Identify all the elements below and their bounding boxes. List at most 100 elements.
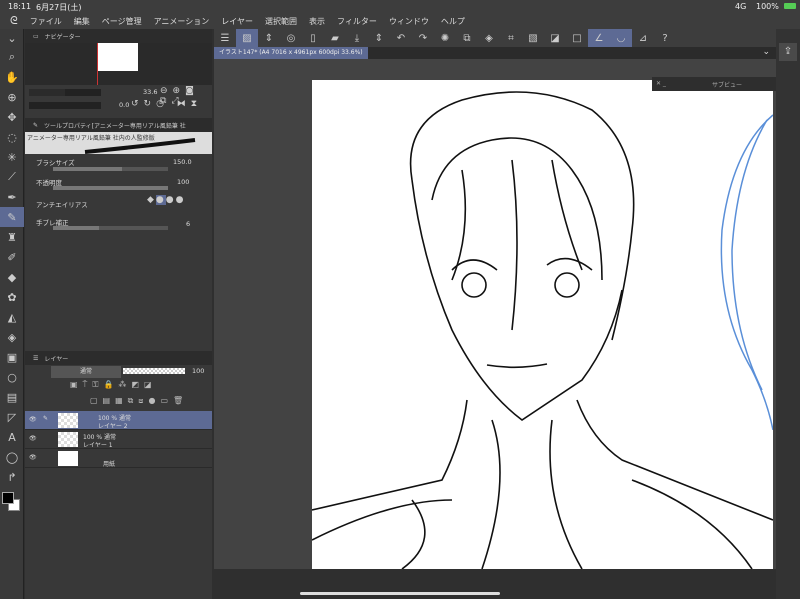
menu-edit[interactable]: 編集: [74, 16, 90, 27]
new-icon[interactable]: ▯: [302, 29, 324, 47]
eraser-icon[interactable]: ◆: [0, 267, 24, 287]
tone-icon[interactable]: ◪: [544, 29, 566, 47]
bucket-icon[interactable]: ◈: [0, 327, 24, 347]
brush-size-value: 150.0: [173, 158, 192, 166]
square-icon[interactable]: □: [566, 29, 588, 47]
ruler-snap-icon[interactable]: ∠: [588, 29, 610, 47]
navigator-tab[interactable]: ▭ ナビゲーター: [25, 29, 212, 43]
help-icon[interactable]: ?: [654, 29, 676, 47]
menu-icon[interactable]: ☰: [214, 29, 236, 47]
layer-thumbnail: [58, 413, 78, 428]
fill-icon[interactable]: ◈: [478, 29, 500, 47]
layer-opacity-slider[interactable]: [123, 368, 185, 374]
lasso-tool-icon[interactable]: ◌: [0, 127, 24, 147]
brush-tool-icon[interactable]: ♜: [0, 227, 24, 247]
layer-tool-row-2[interactable]: ▢▤▦⧉⧈●▭🗑: [90, 396, 188, 406]
hand-tool-icon[interactable]: ✋: [0, 67, 24, 87]
crop-icon[interactable]: ⌗: [500, 29, 522, 47]
layer-tool-row-1[interactable]: ▣⍑⚿🔒⁂◩◪: [70, 380, 157, 390]
zoom-tool-icon[interactable]: ⌕: [0, 47, 24, 67]
save-icon[interactable]: ⤓: [346, 29, 368, 47]
layer-row[interactable]: 👁 100 % 通常 レイヤー 1: [25, 430, 212, 449]
eyedropper-icon[interactable]: ⟋: [0, 167, 24, 187]
navigator-title: ナビゲーター: [44, 33, 81, 41]
close-icon[interactable]: ✕ _: [656, 80, 666, 87]
pencil-tool-icon[interactable]: ✎: [0, 207, 24, 227]
fill-tool-icon[interactable]: ◭: [0, 307, 24, 327]
rotate-buttons[interactable]: ↺↻◷ ⧓⧗: [131, 99, 202, 109]
navigator-preview: [25, 43, 212, 85]
right-strip: ⇪: [776, 29, 800, 599]
special-ruler-snap-icon[interactable]: ◡: [610, 29, 632, 47]
blend-tool-icon[interactable]: ✿: [0, 287, 24, 307]
left-panel: ▭ ナビゲーター 33.6 ⊖⊕◙ ⧉⤢ 0.0 ↺↻◷ ⧓⧗ ✎ ツールプロパティ…: [25, 29, 212, 599]
subview-panel[interactable]: ✕ _ サブビュー: [652, 77, 776, 91]
opacity-value: 100: [177, 178, 190, 186]
brush-size-slider[interactable]: [53, 167, 168, 171]
menu-selection[interactable]: 選択範囲: [265, 16, 297, 27]
copy-icon[interactable]: ⧉: [456, 29, 478, 47]
stabilizer-slider[interactable]: [53, 226, 168, 230]
pen-tool-icon[interactable]: ✒: [0, 187, 24, 207]
canvas-area[interactable]: ✕ _ サブビュー: [214, 59, 776, 569]
redo-icon[interactable]: ↷: [412, 29, 434, 47]
document-tab[interactable]: イラスト147* (A4 7016 x 4961px 600dpi 33.6%): [214, 47, 368, 59]
layer-row[interactable]: 👁 用紙: [25, 449, 212, 468]
battery-icon: [784, 3, 796, 9]
transform-icon[interactable]: ▧: [522, 29, 544, 47]
magic-wand-icon[interactable]: ✳: [0, 147, 24, 167]
undo-icon[interactable]: ↶: [390, 29, 412, 47]
navigator-thumbnail: [98, 43, 138, 71]
settings-icon[interactable]: ◎: [280, 29, 302, 47]
blend-mode-select[interactable]: 通常: [51, 366, 121, 378]
frame-tool-icon[interactable]: ▤: [0, 387, 24, 407]
menu-filter[interactable]: フィルター: [337, 16, 377, 27]
eye-icon[interactable]: 👁: [29, 435, 37, 442]
blue-sketch: [720, 114, 773, 430]
status-time: 18:11: [8, 2, 32, 11]
paper[interactable]: [311, 80, 774, 569]
menu-view[interactable]: 表示: [309, 16, 325, 27]
menu-layer[interactable]: レイヤー: [221, 16, 253, 27]
eye-icon[interactable]: 👁: [29, 454, 37, 461]
canvas-icon[interactable]: ▨: [236, 29, 258, 47]
open-icon[interactable]: ▰: [324, 29, 346, 47]
figure-tool-icon[interactable]: ○: [0, 367, 24, 387]
rotate-slider[interactable]: [29, 102, 101, 109]
layer-icon: ☰: [33, 354, 39, 362]
tool-property-tab[interactable]: ✎ ツールプロパティ[アニメーター専用リアル風鉛筆 社: [25, 118, 212, 132]
balloon-tool-icon[interactable]: ◯: [0, 447, 24, 467]
document-tab-bar: イラスト147* (A4 7016 x 4961px 600dpi 33.6%)…: [214, 47, 776, 59]
brush-preview: アニメーター専用リアル風鉛筆 社内の人監修版: [25, 132, 212, 154]
updown-icon[interactable]: ⇕: [368, 29, 390, 47]
gradient-icon[interactable]: ▣: [0, 347, 24, 367]
loading-icon[interactable]: ✺: [434, 29, 456, 47]
collapse-icon[interactable]: ⌄: [0, 29, 24, 47]
correct-line-icon[interactable]: ↱: [0, 467, 24, 487]
panel-toggle-icon[interactable]: ⇪: [779, 43, 797, 61]
ruler-tool-icon[interactable]: ◸: [0, 407, 24, 427]
eye-icon[interactable]: 👁: [29, 416, 37, 423]
airbrush-icon[interactable]: ✐: [0, 247, 24, 267]
menu-page[interactable]: ページ管理: [102, 16, 142, 27]
move-tool-icon[interactable]: ✥: [0, 107, 24, 127]
chevron-down-icon[interactable]: ⌄: [762, 47, 770, 57]
layer-thumbnail: [58, 451, 78, 466]
layer-tab[interactable]: ☰ レイヤー: [25, 351, 212, 365]
main-color-swatch[interactable]: [2, 492, 14, 504]
app-logo-icon[interactable]: ᘓ: [10, 14, 18, 28]
zoom-slider[interactable]: [29, 89, 101, 96]
grid-snap-icon[interactable]: ⊿: [632, 29, 654, 47]
text-tool-icon[interactable]: A: [0, 427, 24, 447]
opacity-slider[interactable]: [53, 186, 168, 190]
layer-row[interactable]: 👁 ✎ 100 % 通常 レイヤー 2: [25, 411, 212, 430]
menu-window[interactable]: ウィンドウ: [389, 16, 429, 27]
status-bar: 18:11 6月27日(土) 4G 100%: [0, 0, 800, 13]
updown-icon[interactable]: ⇕: [258, 29, 280, 47]
menu-animation[interactable]: アニメーション: [154, 16, 210, 27]
menu-help[interactable]: ヘルプ: [441, 16, 465, 27]
view-frame-line: [97, 43, 98, 85]
antialias-options[interactable]: ◆●●●: [147, 195, 186, 205]
operation-tool-icon[interactable]: ⊕: [0, 87, 24, 107]
menu-file[interactable]: ファイル: [30, 16, 62, 27]
